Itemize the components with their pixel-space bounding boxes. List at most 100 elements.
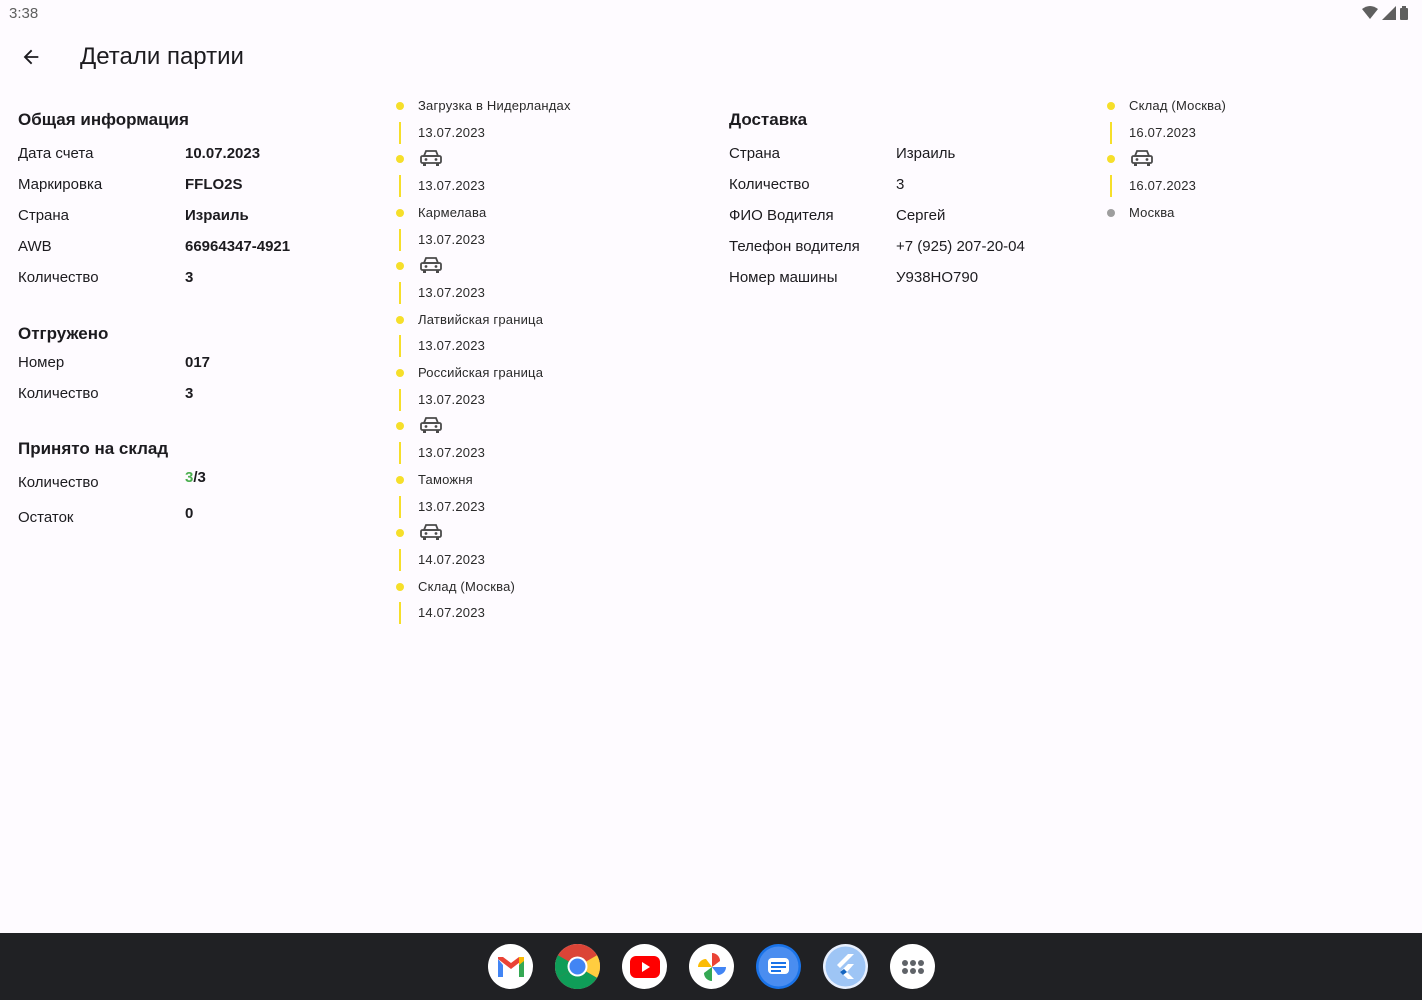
timeline-dot bbox=[1107, 155, 1115, 164]
marking-value: FFLO2S bbox=[185, 176, 243, 193]
timeline-date: 13.07.2023 bbox=[418, 284, 486, 300]
timeline-connector bbox=[399, 335, 401, 358]
car-number-value: У938НО790 bbox=[896, 269, 979, 286]
shipped-quantity-label: Количество bbox=[18, 385, 99, 402]
messages-icon bbox=[758, 946, 799, 987]
timeline-dot bbox=[1107, 208, 1115, 217]
timeline-dot bbox=[396, 369, 404, 377]
status-time: 3:38 bbox=[9, 5, 39, 22]
remainder-value: 0 bbox=[185, 505, 194, 522]
total-count: /3 bbox=[193, 469, 206, 486]
delivery-quantity-value: 3 bbox=[896, 176, 905, 193]
timeline-connector bbox=[399, 228, 401, 251]
shipped-section-title: Отгружено bbox=[18, 324, 109, 343]
marking-label: Маркировка bbox=[18, 176, 103, 193]
youtube-app[interactable] bbox=[622, 944, 667, 989]
awb-value: 66964347-4921 bbox=[185, 238, 291, 255]
timeline-dot bbox=[396, 208, 404, 217]
status-icons bbox=[1362, 6, 1408, 20]
car-number-label: Номер машины bbox=[729, 269, 838, 286]
app-launcher[interactable] bbox=[890, 944, 935, 989]
photos-icon bbox=[697, 952, 726, 981]
country-value: Израиль bbox=[185, 207, 249, 224]
timeline-location: Склад (Москва) bbox=[418, 578, 516, 594]
delivery-section-title: Доставка bbox=[729, 110, 808, 129]
timeline-connector bbox=[399, 495, 401, 518]
flutter-icon bbox=[825, 946, 866, 987]
warehouse-section-title: Принято на склад bbox=[18, 439, 169, 458]
youtube-icon bbox=[629, 955, 660, 978]
chrome-app[interactable] bbox=[555, 944, 600, 989]
gmail-icon bbox=[497, 956, 524, 977]
shipped-number-label: Номер bbox=[18, 354, 65, 371]
delivery-country-label: Страна bbox=[729, 145, 781, 162]
timeline-dot bbox=[396, 422, 404, 431]
photos-app[interactable] bbox=[689, 944, 734, 989]
page-title: Детали партии bbox=[80, 43, 244, 70]
timeline-location: Кармелава bbox=[418, 204, 487, 220]
timeline-date: 14.07.2023 bbox=[418, 605, 486, 621]
timeline-date: 16.07.2023 bbox=[1129, 178, 1197, 194]
chrome-icon bbox=[555, 944, 600, 989]
car-icon bbox=[420, 416, 442, 434]
timeline-connector bbox=[399, 388, 401, 411]
driver-name-value: Сергей bbox=[896, 207, 946, 224]
remainder-label: Остаток bbox=[18, 509, 74, 526]
timeline-dot bbox=[1107, 102, 1115, 110]
timeline-dot bbox=[396, 315, 404, 324]
timeline-location: Латвийская граница bbox=[418, 311, 544, 327]
timeline-date: 13.07.2023 bbox=[418, 338, 486, 354]
timeline-date: 14.07.2023 bbox=[418, 551, 486, 567]
timeline-dot bbox=[396, 529, 404, 538]
warehouse-quantity-value: 3/3 bbox=[185, 469, 206, 486]
taskbar bbox=[0, 933, 1422, 1000]
timeline-connector bbox=[399, 602, 401, 625]
timeline-connector bbox=[399, 442, 401, 465]
battery-icon bbox=[1400, 6, 1408, 20]
general-section-title: Общая информация bbox=[18, 110, 189, 129]
timeline-connector bbox=[1110, 175, 1112, 198]
signal-icon bbox=[1382, 6, 1396, 20]
timeline-location: Склад (Москва) bbox=[1129, 98, 1227, 113]
timeline-connector bbox=[399, 121, 401, 144]
car-icon bbox=[420, 256, 442, 274]
timeline-date: 13.07.2023 bbox=[418, 178, 486, 194]
timeline-dot bbox=[396, 475, 404, 484]
timeline-connector bbox=[399, 548, 401, 571]
dock bbox=[488, 944, 935, 989]
app-bar: Детали партии bbox=[0, 28, 1422, 88]
timeline-date: 13.07.2023 bbox=[418, 445, 486, 461]
timeline-date: 13.07.2023 bbox=[418, 391, 486, 407]
warehouse-quantity-label: Количество bbox=[18, 474, 99, 491]
wifi-icon bbox=[1362, 6, 1378, 19]
invoice-date-label: Дата счета bbox=[18, 145, 94, 162]
messages-app[interactable] bbox=[756, 944, 801, 989]
back-button[interactable] bbox=[14, 40, 48, 74]
timeline-dot bbox=[396, 155, 404, 164]
driver-phone-value: +7 (925) 207-20-04 bbox=[896, 238, 1025, 255]
timeline-location: Российская граница bbox=[418, 365, 544, 380]
app-launcher-icon bbox=[901, 959, 924, 974]
timeline-location: Загрузка в Нидерландах bbox=[418, 98, 571, 113]
car-icon bbox=[420, 149, 442, 167]
car-icon bbox=[1131, 149, 1153, 167]
timeline-connector bbox=[1110, 121, 1112, 144]
country-label: Страна bbox=[18, 207, 70, 224]
timeline-dot bbox=[396, 102, 404, 110]
delivery-quantity-label: Количество bbox=[729, 176, 810, 193]
gmail-app[interactable] bbox=[488, 944, 533, 989]
delivery-country-value: Израиль bbox=[896, 145, 956, 162]
timeline-connector bbox=[399, 175, 401, 198]
timeline-date: 13.07.2023 bbox=[418, 124, 486, 140]
timeline-location: Таможня bbox=[418, 471, 473, 487]
timeline-dot bbox=[396, 262, 404, 271]
flutter-app[interactable] bbox=[823, 944, 868, 989]
status-bar: 3:38 bbox=[0, 0, 1422, 28]
timeline-connector bbox=[399, 281, 401, 304]
general-quantity-label: Количество bbox=[18, 269, 99, 286]
timeline-location: Москва bbox=[1129, 204, 1175, 220]
awb-label: AWB bbox=[18, 238, 52, 255]
driver-name-label: ФИО Водителя bbox=[729, 207, 834, 224]
arrow-back-icon bbox=[23, 49, 39, 65]
timeline-date: 13.07.2023 bbox=[418, 498, 486, 514]
